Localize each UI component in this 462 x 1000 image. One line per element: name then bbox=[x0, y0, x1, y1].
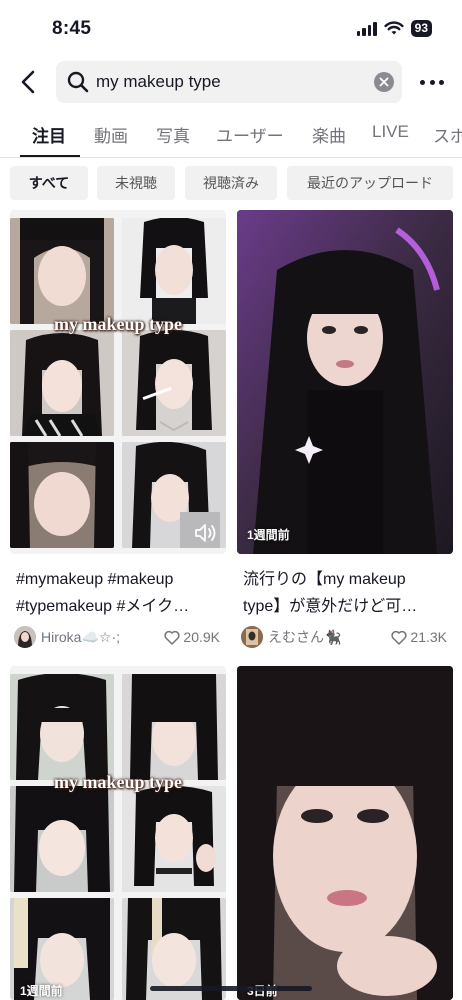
filter-recent-uploads[interactable]: 最近のアップロード bbox=[287, 166, 453, 200]
search-icon bbox=[66, 70, 90, 94]
more-options-button[interactable] bbox=[420, 72, 444, 92]
wifi-icon bbox=[384, 21, 404, 35]
filter-unwatched[interactable]: 未視聴 bbox=[97, 166, 175, 200]
video-meta: えむさん🐈‍⬛ 21.3K bbox=[241, 626, 453, 648]
upload-time-badge: 1週間前 bbox=[20, 984, 63, 998]
video-meta: Hiroka☁️☆·; 20.9K bbox=[14, 626, 226, 648]
tab-sports[interactable]: スポ bbox=[433, 122, 462, 147]
status-icons: 93 bbox=[356, 20, 432, 37]
active-tab-indicator bbox=[20, 155, 80, 157]
back-button[interactable] bbox=[14, 66, 42, 98]
tab-top[interactable]: 注目 bbox=[32, 122, 66, 147]
video-thumbnail[interactable]: 3日前 bbox=[237, 666, 453, 1000]
heart-icon bbox=[164, 630, 181, 645]
close-icon bbox=[379, 77, 389, 87]
caption-line: #mymakeup #makeup bbox=[16, 571, 174, 588]
like-count: 20.9K bbox=[164, 629, 220, 645]
tab-videos[interactable]: 動画 bbox=[94, 122, 128, 147]
video-caption: #mymakeup #makeup #typemakeup #メイク… bbox=[16, 566, 224, 620]
sound-icon bbox=[195, 524, 216, 542]
search-header bbox=[0, 58, 462, 106]
tab-live[interactable]: LIVE bbox=[372, 122, 409, 142]
thumbnail-image bbox=[237, 666, 453, 1000]
battery-icon: 93 bbox=[410, 20, 432, 37]
video-thumbnail[interactable]: 1週間前 bbox=[237, 210, 453, 554]
result-card-3[interactable]: my makeup type 1週間前 bbox=[10, 666, 226, 1000]
username[interactable]: えむさん🐈‍⬛ bbox=[268, 627, 378, 647]
avatar[interactable] bbox=[241, 626, 263, 648]
tab-photos[interactable]: 写真 bbox=[156, 122, 190, 147]
caption-line: type】が意外だけど可… bbox=[243, 598, 418, 615]
like-count-value: 20.9K bbox=[183, 629, 220, 645]
home-indicator[interactable] bbox=[150, 986, 312, 991]
search-input[interactable] bbox=[96, 72, 366, 92]
status-bar: 8:45 93 bbox=[0, 0, 462, 56]
filter-chips: すべて 未視聴 視聴済み 最近のアップロード bbox=[0, 166, 462, 200]
upload-time-badge: 1週間前 bbox=[247, 528, 290, 542]
search-tabs: 注目 動画 写真 ユーザー 楽曲 LIVE スポ bbox=[0, 112, 462, 158]
tab-users[interactable]: ユーザー bbox=[216, 122, 284, 147]
like-count-value: 21.3K bbox=[410, 629, 447, 645]
thumbnail-image bbox=[237, 210, 453, 554]
result-card-4[interactable]: 3日前 bbox=[237, 666, 453, 1000]
caption-line: 流行りの【my makeup bbox=[243, 571, 406, 588]
like-count: 21.3K bbox=[391, 629, 447, 645]
thumbnail-overlay-text: my makeup type bbox=[53, 772, 182, 792]
thumbnail-overlay-text: my makeup type bbox=[53, 314, 182, 334]
heart-icon bbox=[391, 630, 408, 645]
avatar[interactable] bbox=[14, 626, 36, 648]
filter-watched[interactable]: 視聴済み bbox=[185, 166, 277, 200]
result-card-1[interactable]: my makeup type #mymakeup #makeup #typema… bbox=[10, 210, 226, 650]
cellular-signal-icon bbox=[356, 21, 377, 36]
clear-search-button[interactable] bbox=[374, 72, 394, 92]
result-card-2[interactable]: 1週間前 流行りの【my makeup type】が意外だけど可… えむさん🐈‍… bbox=[237, 210, 453, 650]
search-bar[interactable] bbox=[56, 61, 402, 103]
chevron-left-icon bbox=[21, 70, 35, 94]
username[interactable]: Hiroka☁️☆·; bbox=[41, 629, 151, 646]
filter-all[interactable]: すべて bbox=[10, 166, 88, 200]
tab-sounds[interactable]: 楽曲 bbox=[312, 122, 346, 147]
video-thumbnail[interactable]: my makeup type 1週間前 bbox=[10, 666, 226, 1000]
caption-line: #typemakeup #メイク… bbox=[16, 598, 190, 615]
status-time: 8:45 bbox=[52, 18, 92, 39]
video-caption: 流行りの【my makeup type】が意外だけど可… bbox=[243, 566, 451, 620]
video-thumbnail[interactable]: my makeup type bbox=[10, 210, 226, 554]
